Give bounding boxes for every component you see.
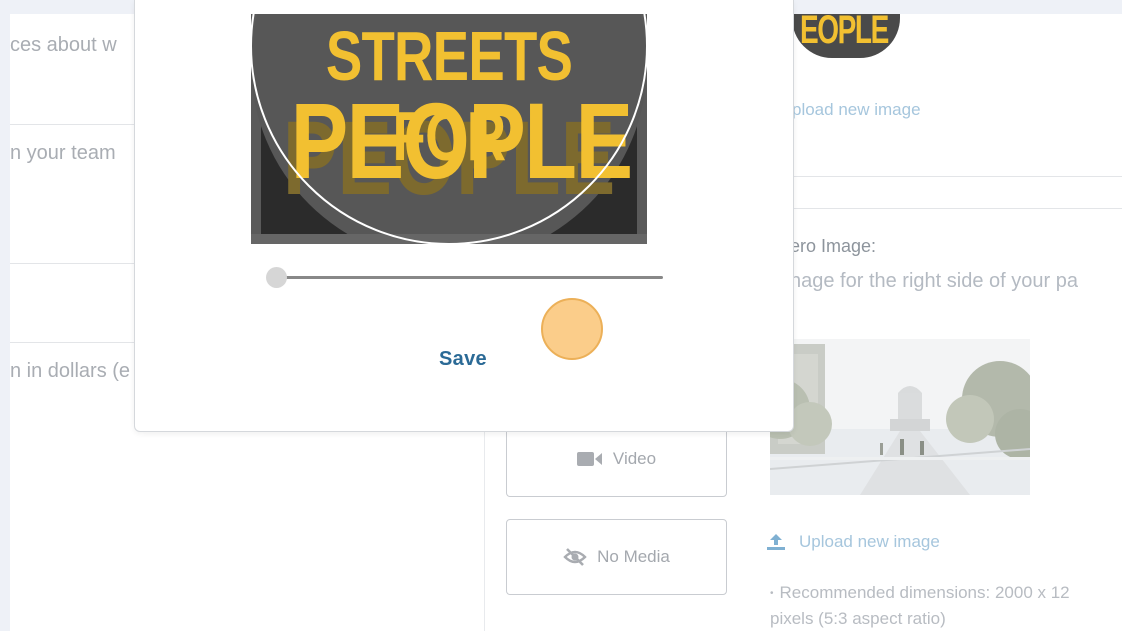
upload-label: Upload new image bbox=[799, 532, 940, 551]
crop-circle-guide bbox=[251, 14, 647, 244]
crop-image-modal: PEOPLE STREETS FOR PEOPLE Save bbox=[134, 0, 794, 432]
image-crop-area[interactable]: PEOPLE STREETS FOR PEOPLE bbox=[251, 14, 647, 244]
hero-image-description: nage for the right side of your pa bbox=[790, 270, 1078, 292]
upload-link-label: pload new image bbox=[792, 100, 921, 119]
upload-new-image-link[interactable]: Upload new image bbox=[765, 532, 940, 552]
field-budget-text: n in dollars (e bbox=[10, 360, 131, 382]
video-option-button[interactable]: Video bbox=[506, 421, 727, 497]
divider bbox=[772, 208, 1122, 209]
video-camera-icon bbox=[576, 452, 602, 466]
recommendation-note: • Recommended dimensions: 2000 x 12 pixel… bbox=[770, 583, 1070, 629]
no-media-option-label: No Media bbox=[597, 547, 670, 566]
logo-thumbnail: EOPLE bbox=[792, 14, 900, 58]
hero-image-heading: ero Image: bbox=[790, 236, 877, 256]
click-indicator bbox=[541, 298, 603, 360]
video-option-label: Video bbox=[612, 449, 657, 468]
recommendation-line-2: pixels (5:3 aspect ratio) bbox=[770, 609, 946, 629]
thumbnail-logo-text: EOPLE bbox=[800, 14, 889, 52]
field-team-text: n your team bbox=[10, 142, 116, 164]
zoom-slider-track[interactable] bbox=[277, 276, 663, 279]
save-button[interactable]: Save bbox=[439, 348, 487, 371]
recommendation-line-1: Recommended dimensions: 2000 x 12 bbox=[779, 583, 1070, 602]
eye-slash-icon bbox=[563, 548, 587, 566]
upload-new-image-link-top[interactable]: pload new image bbox=[792, 100, 921, 120]
field-description-text: ces about w bbox=[10, 34, 117, 56]
hero-image-preview bbox=[750, 339, 1045, 495]
divider bbox=[772, 176, 1122, 177]
no-media-option-button[interactable]: No Media bbox=[506, 519, 727, 595]
upload-icon bbox=[767, 534, 785, 550]
zoom-slider-thumb[interactable] bbox=[266, 267, 287, 288]
